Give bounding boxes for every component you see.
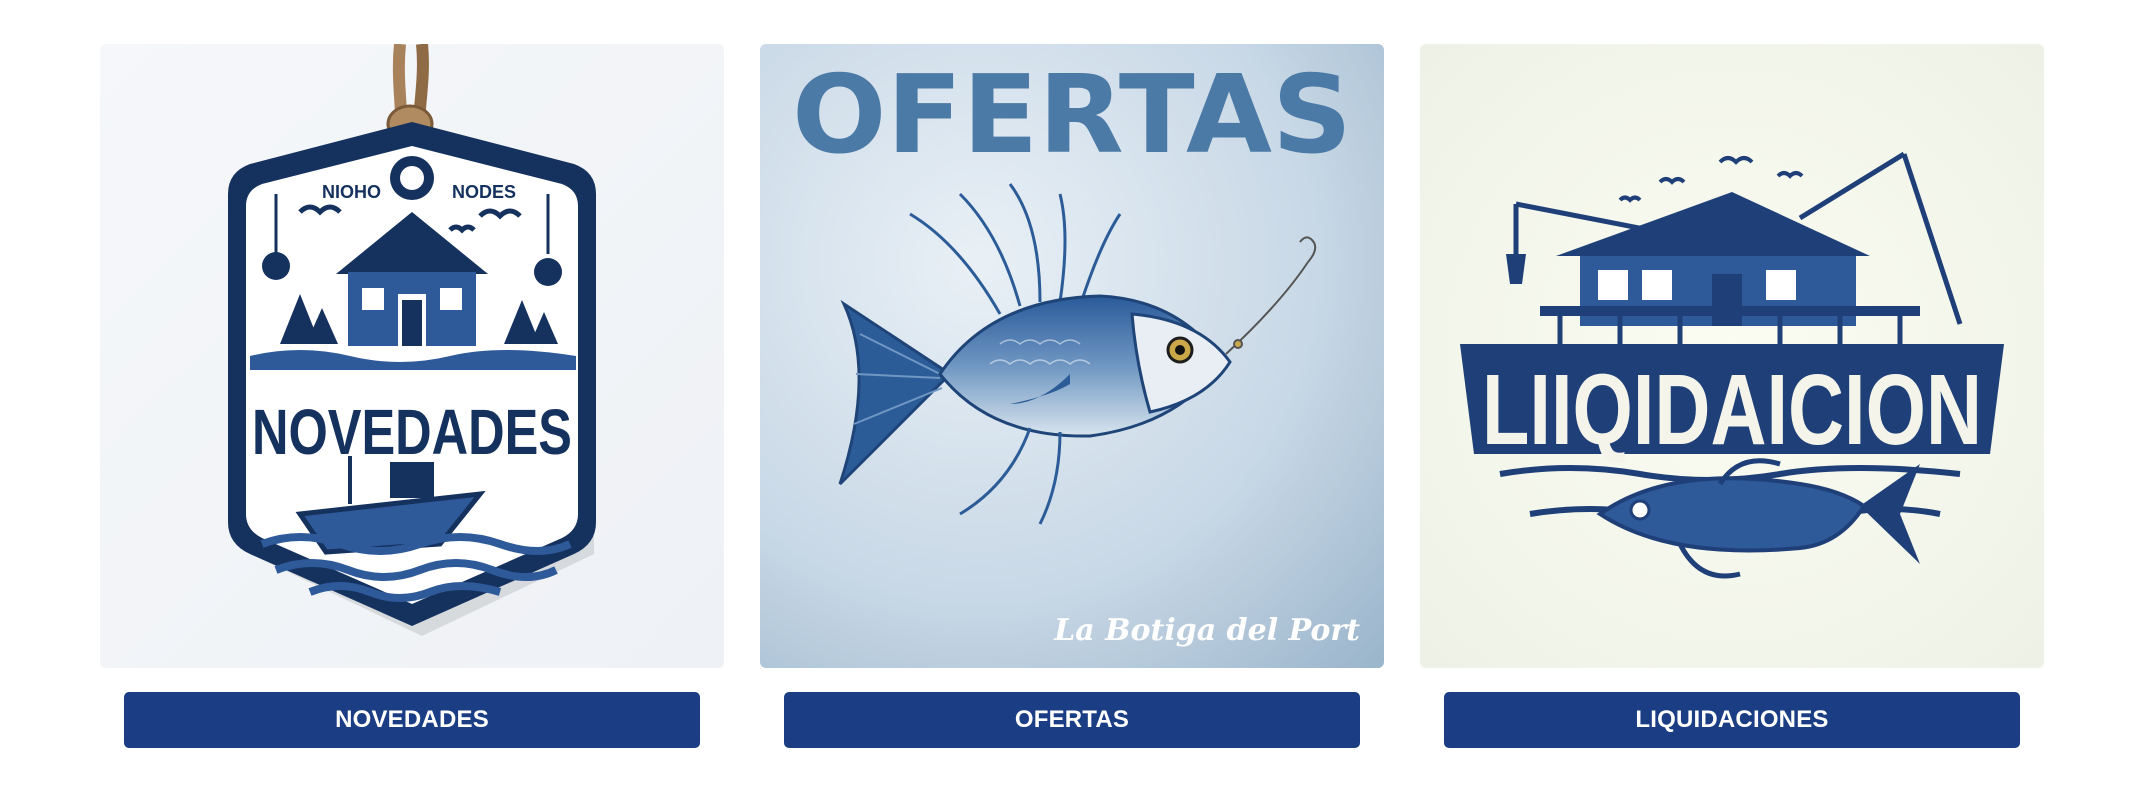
tag-top-text-left: NIOHO [322, 182, 381, 202]
liquidacion-logo-illustration: LIIQIDAICION [1420, 44, 2044, 668]
category-card-liquidaciones: LIIQIDAICION LIQUIDACIONES [1420, 44, 2044, 748]
novedades-button[interactable]: NOVEDADES [124, 692, 700, 748]
ofertas-fish-illustration: OFERTAS La Botiga del Port [760, 44, 1384, 668]
ofertas-button[interactable]: OFERTAS [784, 692, 1360, 748]
ofertas-title-text: OFERTAS [792, 53, 1352, 178]
tag-top-text-right: NODES [452, 182, 516, 202]
liquidacion-sign-text: LIIQIDAICION [1482, 354, 1982, 466]
store-signature-text: La Botiga del Port [1053, 613, 1360, 648]
page: NIOHO NODES NOVEDADES NOVEDADES OFERTAS … [0, 0, 2140, 786]
novedades-tag-illustration: NIOHO NODES NOVEDADES [100, 44, 724, 668]
novedades-image[interactable]: NIOHO NODES NOVEDADES [100, 44, 724, 668]
category-card-novedades: NIOHO NODES NOVEDADES NOVEDADES [100, 44, 724, 748]
tag-sign-text: NOVEDADES [252, 396, 572, 468]
ofertas-image[interactable]: OFERTAS La Botiga del Port [760, 44, 1384, 668]
liquidaciones-image[interactable]: LIIQIDAICION [1420, 44, 2044, 668]
liquidaciones-button[interactable]: LIQUIDACIONES [1444, 692, 2020, 748]
category-card-ofertas: OFERTAS La Botiga del Port OFERTAS [760, 44, 1384, 748]
